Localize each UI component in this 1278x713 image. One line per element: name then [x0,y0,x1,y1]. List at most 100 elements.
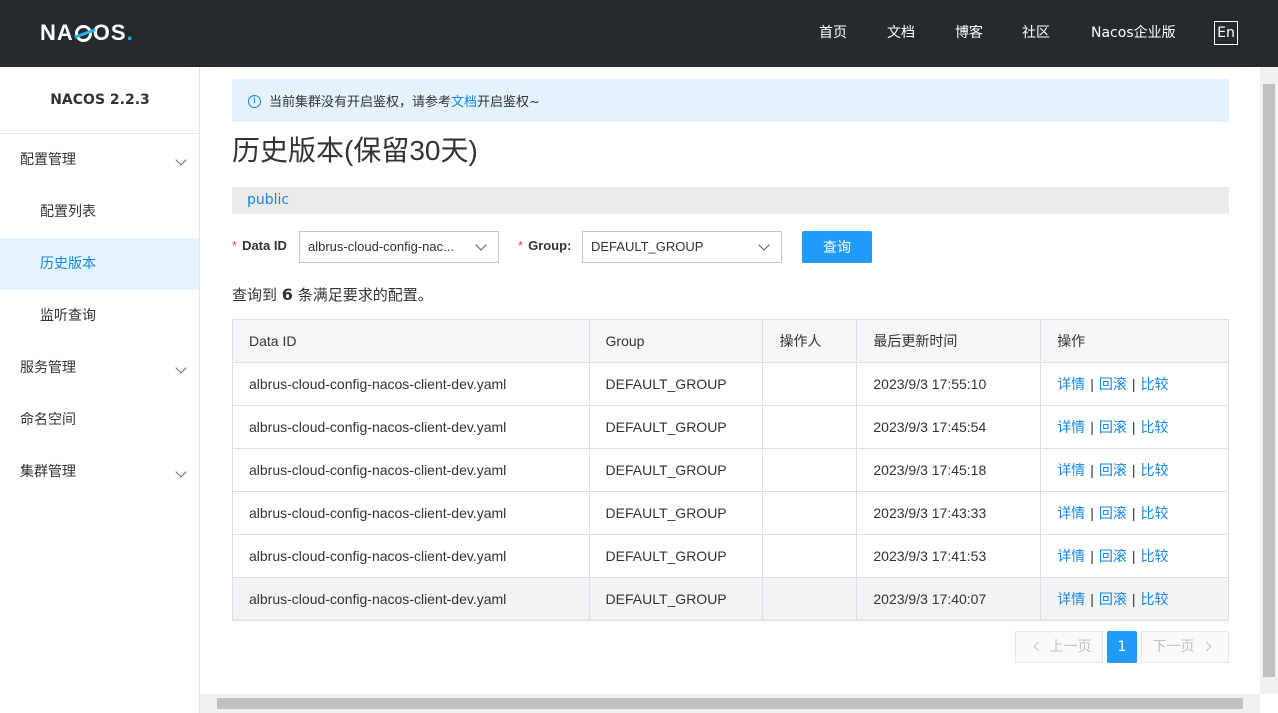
rollback-link[interactable]: 回滚 [1099,462,1127,478]
language-switch-button[interactable]: En [1214,21,1238,45]
nav-docs[interactable]: 文档 [887,24,915,42]
table-row: albrus-cloud-config-nacos-client-dev.yam… [232,448,1229,492]
info-icon: i [248,95,261,108]
sidebar-item-config-management[interactable]: 配置管理 [0,134,199,186]
nav-blog[interactable]: 博客 [955,24,983,42]
operator-cell [762,491,858,535]
vertical-scrollbar[interactable] [1260,67,1278,694]
page-title: 历史版本(保留30天) [232,135,478,166]
action-separator: | [1090,548,1094,564]
data-id-label: * Data ID [232,238,287,253]
data-id-cell: albrus-cloud-config-nacos-client-dev.yam… [232,448,590,492]
namespace-bar: public [232,187,1229,214]
nacos-logo[interactable]: NA OS. [40,16,134,50]
table-header-row: Data ID Group 操作人 最后更新时间 操作 [232,319,1229,363]
table-row: albrus-cloud-config-nacos-client-dev.yam… [232,362,1229,406]
updated-time-cell: 2023/9/3 17:55:10 [856,362,1042,406]
compare-link[interactable]: 比较 [1140,505,1168,521]
version-label: NACOS 2.2.3 [0,67,200,134]
table-row: albrus-cloud-config-nacos-client-dev.yam… [232,491,1229,535]
operator-cell [762,362,858,406]
group-label: * Group: [518,238,572,253]
action-separator: | [1131,505,1136,521]
col-actions: 操作 [1040,319,1229,363]
compare-link[interactable]: 比较 [1140,591,1168,607]
operator-cell [762,577,858,621]
sidebar-item-listener-query[interactable]: 监听查询 [0,290,199,342]
col-operator: 操作人 [762,319,858,363]
group-cell: DEFAULT_GROUP [588,362,764,406]
updated-time-cell: 2023/9/3 17:43:33 [856,491,1042,535]
vertical-scroll-thumb[interactable] [1263,84,1275,677]
actions-cell: 详情 | 回滚 | 比较 [1040,362,1229,406]
actions-cell: 详情 | 回滚 | 比较 [1040,405,1229,449]
compare-link[interactable]: 比较 [1140,548,1168,564]
rollback-link[interactable]: 回滚 [1099,591,1127,607]
data-id-select[interactable]: albrus-cloud-config-nac... [299,231,499,263]
sidebar-item-label: 配置列表 [40,204,96,220]
result-count: 查询到 6 条满足要求的配置。 [232,285,433,304]
detail-link[interactable]: 详情 [1057,505,1085,521]
rollback-link[interactable]: 回滚 [1099,419,1127,435]
updated-time-cell: 2023/9/3 17:41:53 [856,534,1042,578]
page-1-button[interactable]: 1 [1107,631,1137,663]
sidebar-item-cluster-management[interactable]: 集群管理 [0,446,199,498]
action-separator: | [1131,591,1136,607]
rollback-link[interactable]: 回滚 [1099,505,1127,521]
detail-link[interactable]: 详情 [1057,548,1085,564]
action-separator: | [1131,376,1136,392]
rollback-link[interactable]: 回滚 [1099,548,1127,564]
namespace-link[interactable]: public [247,192,289,208]
detail-link[interactable]: 详情 [1057,591,1085,607]
data-id-cell: albrus-cloud-config-nacos-client-dev.yam… [232,405,590,449]
group-select[interactable]: DEFAULT_GROUP [582,231,782,263]
chevron-down-icon [758,239,770,251]
col-data-id: Data ID [232,319,590,363]
top-navbar: NA OS. 首页 文档 博客 社区 Nacos企业版 En [0,0,1278,67]
sidebar-item-label: 配置管理 [20,152,76,168]
table-row: albrus-cloud-config-nacos-client-dev.yam… [232,534,1229,578]
sidebar-item-service-management[interactable]: 服务管理 [0,342,199,394]
compare-link[interactable]: 比较 [1140,376,1168,392]
actions-cell: 详情 | 回滚 | 比较 [1040,577,1229,621]
updated-time-cell: 2023/9/3 17:45:18 [856,448,1042,492]
col-updated-time: 最后更新时间 [856,319,1042,363]
table-row: albrus-cloud-config-nacos-client-dev.yam… [232,577,1229,621]
sidebar-item-label: 历史版本 [40,256,96,272]
group-cell: DEFAULT_GROUP [588,405,764,449]
action-separator: | [1131,419,1136,435]
notice-docs-link[interactable]: 文档 [451,91,477,110]
query-button[interactable]: 查询 [802,231,872,263]
compare-link[interactable]: 比较 [1140,462,1168,478]
nav-community[interactable]: 社区 [1022,24,1050,42]
group-cell: DEFAULT_GROUP [588,534,764,578]
chevron-left-icon [1033,641,1043,652]
sidebar-item-label: 命名空间 [20,412,76,428]
detail-link[interactable]: 详情 [1057,462,1085,478]
next-page-button: 下一页 [1141,631,1229,663]
data-id-cell: albrus-cloud-config-nacos-client-dev.yam… [232,534,590,578]
actions-cell: 详情 | 回滚 | 比较 [1040,448,1229,492]
actions-cell: 详情 | 回滚 | 比较 [1040,534,1229,578]
compare-link[interactable]: 比较 [1140,419,1168,435]
horizontal-scroll-thumb[interactable] [217,698,1243,709]
updated-time-cell: 2023/9/3 17:40:07 [856,577,1042,621]
action-separator: | [1090,591,1094,607]
sidebar-item-namespace[interactable]: 命名空间 [0,394,199,446]
detail-link[interactable]: 详情 [1057,376,1085,392]
notice-text-tail: 开启鉴权~ [477,95,540,110]
prev-page-button: 上一页 [1015,631,1103,663]
rollback-link[interactable]: 回滚 [1099,376,1127,392]
group-cell: DEFAULT_GROUP [588,577,764,621]
nav-home[interactable]: 首页 [819,24,847,42]
sidebar-item-config-list[interactable]: 配置列表 [0,186,199,238]
nav-enterprise[interactable]: Nacos企业版 [1091,24,1176,42]
main-content: i 当前集群没有开启鉴权，请参考 文档 开启鉴权~ 历史版本(保留30天) publ… [200,67,1260,694]
action-separator: | [1090,419,1094,435]
horizontal-scrollbar[interactable] [200,694,1260,713]
table-row: albrus-cloud-config-nacos-client-dev.yam… [232,405,1229,449]
notice-text: 当前集群没有开启鉴权，请参考 [269,95,452,110]
chevron-down-icon [175,154,187,166]
sidebar-item-history[interactable]: 历史版本 [0,238,199,290]
detail-link[interactable]: 详情 [1057,419,1085,435]
